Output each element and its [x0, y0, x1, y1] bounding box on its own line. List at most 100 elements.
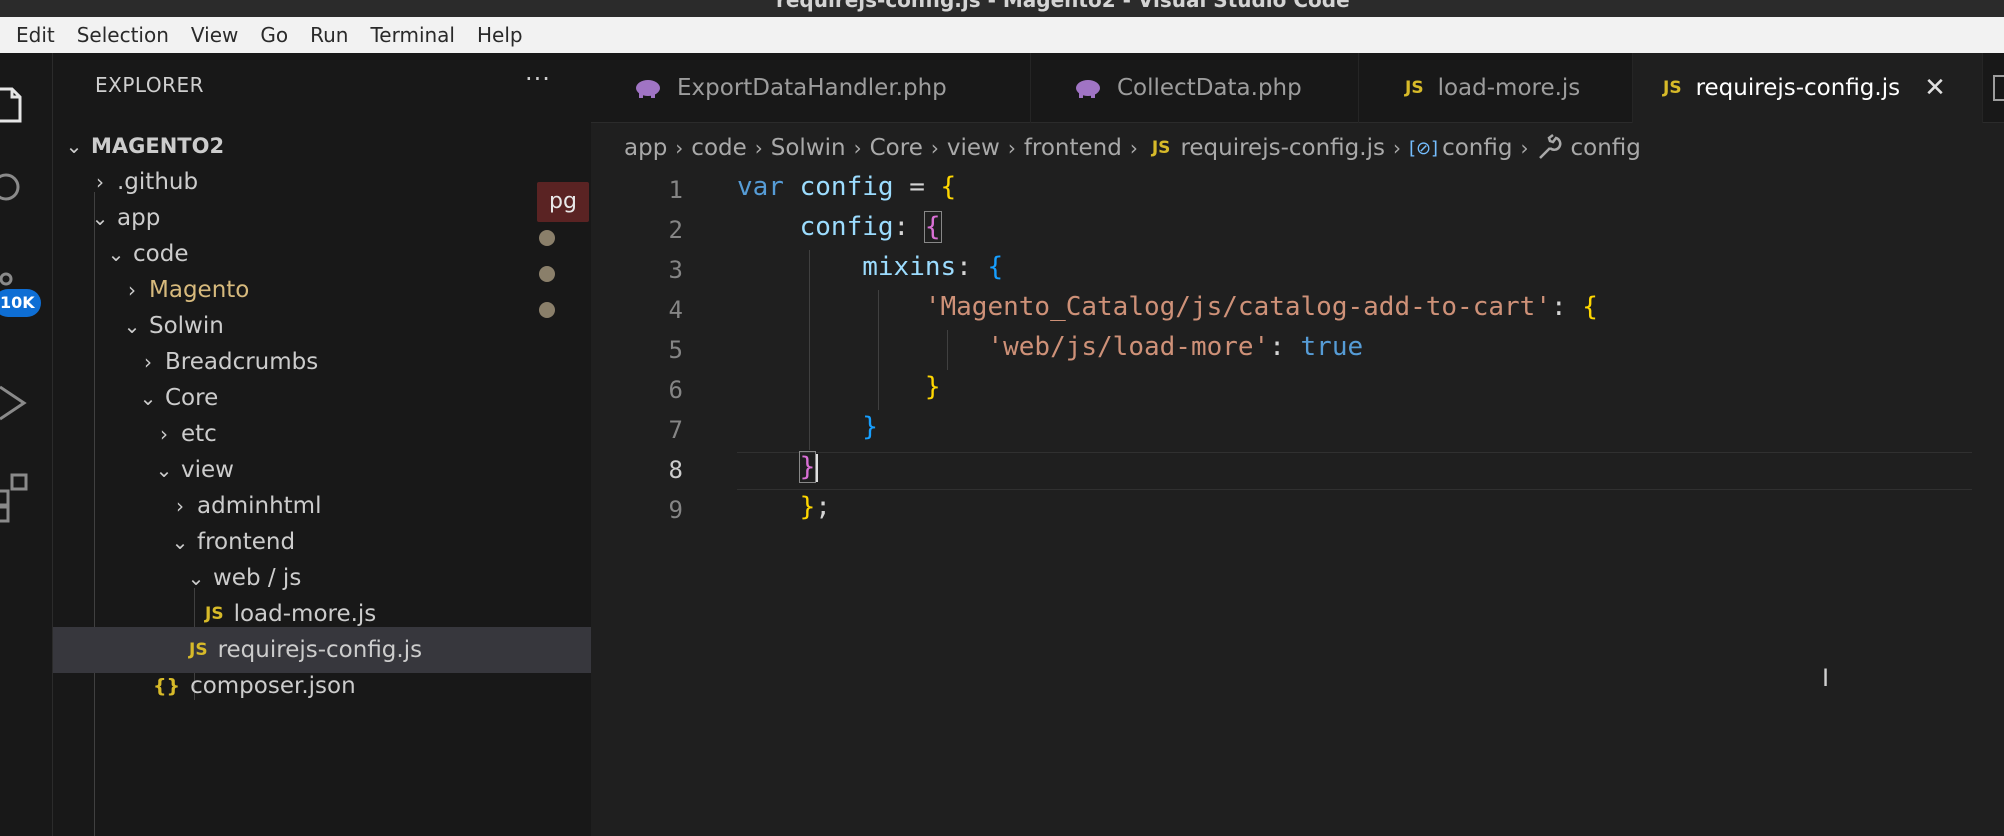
chevron-right-icon: ›	[96, 170, 104, 194]
code-line-6: }	[924, 372, 941, 402]
menu-selection[interactable]: Selection	[77, 23, 169, 47]
line-number: 9	[668, 496, 683, 524]
breadcrumb-view[interactable]: view	[947, 135, 1000, 161]
breadcrumb-frontend[interactable]: frontend	[1024, 135, 1122, 161]
line-number: 3	[668, 256, 683, 284]
chevron-right-icon: ›	[1392, 136, 1401, 160]
extensions-button[interactable]	[0, 463, 53, 523]
tree-item-label: load-more.js	[233, 601, 377, 627]
tab-label: requirejs-config.js	[1695, 75, 1901, 101]
breadcrumb-code[interactable]: code	[691, 135, 746, 161]
code-line-1: var config = {	[737, 172, 957, 202]
mouse-ibeam-cursor-icon: I	[1822, 664, 1830, 692]
php-elephant-icon	[636, 80, 660, 98]
line-number: 2	[668, 216, 683, 244]
chevron-right-icon: ›	[1007, 136, 1016, 160]
more-actions-button[interactable]: ···	[525, 65, 551, 93]
variable-icon: [⊘]	[1408, 137, 1439, 159]
chevron-down-icon: ⌄	[123, 314, 141, 338]
source-control-button[interactable]: 10K	[0, 253, 53, 317]
tree-item-composer-json[interactable]: {} composer.json	[53, 663, 591, 709]
js-file-icon: JS	[1151, 138, 1171, 158]
tree-item-label: frontend	[197, 529, 296, 555]
code-line-5: 'web/js/load-more': true	[987, 332, 1364, 362]
tree-item-label: web / js	[213, 565, 302, 591]
changes-badge: 10K	[0, 289, 41, 317]
chevron-down-icon: ⌄	[107, 242, 125, 266]
explorer-button[interactable]	[0, 73, 53, 133]
tree-item-label: Breadcrumbs	[165, 349, 319, 375]
line-number: 6	[668, 376, 683, 404]
tree-item-label: code	[133, 241, 189, 267]
line-number: 5	[668, 336, 683, 364]
split-editor-icon[interactable]	[1993, 75, 2004, 101]
run-debug-icon	[0, 385, 27, 421]
chevron-right-icon: ›	[853, 136, 862, 160]
close-icon[interactable]: ✕	[1924, 73, 1946, 103]
breadcrumb-file[interactable]: requirejs-config.js	[1180, 135, 1385, 161]
tree-item-label: requirejs-config.js	[217, 637, 423, 663]
line-number: 4	[668, 296, 683, 324]
tree-item-label: Magento	[149, 277, 250, 303]
window-title: requirejs-config.js - Magento2 - Visual …	[776, 0, 1350, 12]
breadcrumb-core[interactable]: Core	[870, 135, 923, 161]
activity-bar: 10K	[0, 53, 53, 836]
chevron-right-icon: ›	[1129, 136, 1138, 160]
explorer-sidebar: EXPLORER ··· ⌄ MAGENTO2 pg › .github ⌄ a…	[53, 53, 591, 836]
menu-view[interactable]: View	[191, 23, 238, 47]
js-file-icon: JS	[1405, 78, 1424, 98]
line-number-active: 8	[668, 456, 683, 484]
chevron-right-icon: ›	[176, 494, 184, 518]
tree-item-label: adminhtml	[197, 493, 322, 519]
tab-label: ExportDataHandler.php	[677, 75, 947, 101]
tab-load-more-js[interactable]: JS load-more.js	[1359, 53, 1633, 123]
breadcrumb-solwin[interactable]: Solwin	[771, 135, 846, 161]
editor-tabs: ExportDataHandler.php CollectData.php JS…	[591, 53, 2004, 123]
menu-bar: Edit Selection View Go Run Terminal Help	[0, 17, 2004, 53]
tree-item-label: etc	[181, 421, 217, 447]
files-icon	[0, 87, 22, 123]
tab-label: CollectData.php	[1117, 75, 1302, 101]
extensions-icon	[0, 473, 28, 523]
tree-item-label: view	[181, 457, 234, 483]
chevron-down-icon: ⌄	[171, 530, 189, 554]
tab-export-data-handler[interactable]: ExportDataHandler.php	[591, 53, 1031, 123]
chevron-right-icon: ›	[754, 136, 763, 160]
tree-item-label: composer.json	[190, 673, 356, 699]
menu-run[interactable]: Run	[310, 23, 348, 47]
chevron-right-icon: ›	[160, 422, 168, 446]
title-bar: requirejs-config.js - Magento2 - Visual …	[0, 0, 2004, 17]
chevron-right-icon: ›	[1520, 136, 1529, 160]
menu-help[interactable]: Help	[477, 23, 523, 47]
breadcrumb: app › code › Solwin › Core › view › fron…	[624, 128, 1641, 168]
breadcrumb-config-property[interactable]: config	[1570, 135, 1640, 161]
chevron-right-icon: ›	[128, 278, 136, 302]
menu-go[interactable]: Go	[260, 23, 288, 47]
tab-label: load-more.js	[1437, 75, 1581, 101]
chevron-down-icon: ⌄	[65, 134, 83, 158]
chevron-right-icon: ›	[930, 136, 939, 160]
menu-edit[interactable]: Edit	[16, 23, 55, 47]
code-editor[interactable]: 1 2 3 4 5 6 7 8 9 var config = { config:…	[591, 170, 2004, 836]
js-file-icon: JS	[1663, 78, 1682, 98]
run-debug-button[interactable]	[0, 371, 53, 431]
code-line-3: mixins: {	[862, 252, 1004, 282]
current-line-highlight	[737, 452, 1972, 490]
chevron-down-icon: ⌄	[91, 206, 109, 230]
breadcrumb-app[interactable]: app	[624, 135, 667, 161]
chevron-down-icon: ⌄	[187, 566, 205, 590]
code-line-7: }	[862, 412, 878, 442]
tree-item-label: Solwin	[149, 313, 224, 339]
menu-terminal[interactable]: Terminal	[370, 23, 455, 47]
chevron-down-icon: ⌄	[139, 386, 157, 410]
breadcrumb-config-variable[interactable]: config	[1442, 135, 1512, 161]
chevron-down-icon: ⌄	[155, 458, 173, 482]
line-number: 7	[668, 416, 683, 444]
search-button[interactable]	[0, 159, 53, 219]
search-icon	[0, 173, 20, 201]
tab-requirejs-config-js[interactable]: JS requirejs-config.js ✕	[1633, 53, 1983, 123]
tab-collect-data[interactable]: CollectData.php	[1031, 53, 1359, 123]
php-elephant-icon	[1076, 80, 1100, 98]
code-line-8: }	[737, 451, 819, 483]
code-line-2: config: {	[799, 211, 942, 243]
